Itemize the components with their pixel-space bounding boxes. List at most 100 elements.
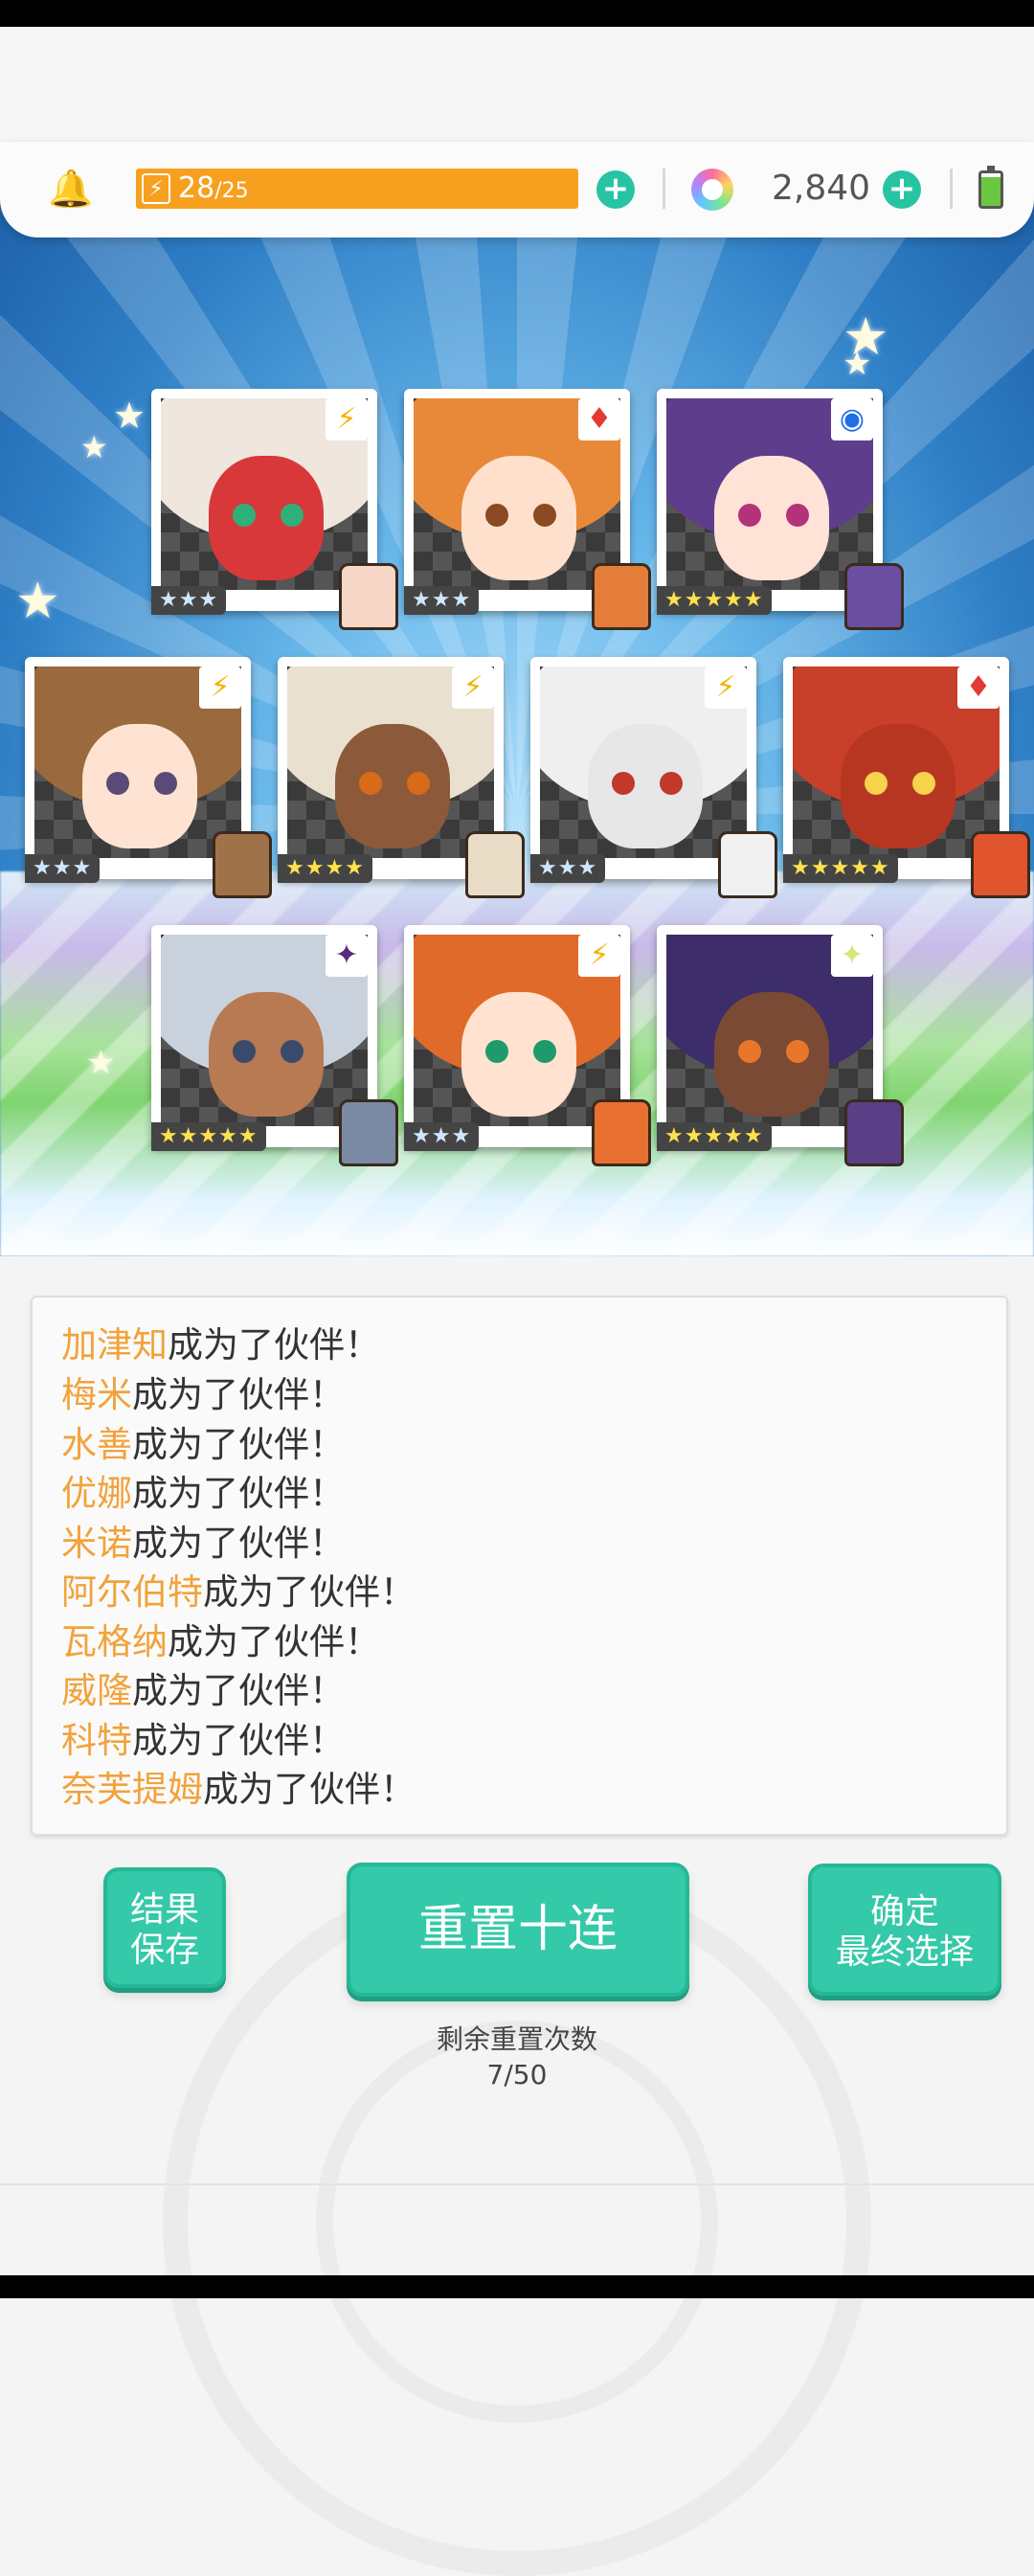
portrait-face [335, 724, 450, 848]
portrait-eye [233, 1040, 256, 1063]
character-card[interactable]: ⚡ ★★★★ [278, 657, 525, 898]
log-suffix: 成为了伙伴！ [132, 1473, 345, 1514]
sparkle-icon: ★ [86, 1044, 116, 1082]
character-card[interactable]: ♦ ★★★★★ [783, 657, 1030, 898]
save-label-line2: 保存 [129, 1931, 199, 1970]
portrait-eye [533, 504, 556, 527]
character-card[interactable]: ♦ ★★★ [404, 389, 651, 630]
energy-text: 28/25 [178, 172, 249, 208]
character-card[interactable]: ⚡ ★★★ [530, 657, 777, 898]
log-line: 奈芙提姆成为了伙伴！ [61, 1765, 416, 1815]
character-card[interactable]: ✦ ★★★★★ [151, 925, 398, 1166]
rarity-stars: ★★★ [151, 586, 227, 615]
portrait-eye [485, 1040, 508, 1063]
divider [663, 169, 665, 209]
result-log[interactable]: 加津知成为了伙伴！ 梅米成为了伙伴！ 水善成为了伙伴！ 优娜成为了伙伴！ 米诺成… [31, 1296, 1008, 1836]
log-line: 威隆成为了伙伴！ [61, 1666, 345, 1716]
remaining-resets-count: 7/50 [486, 2059, 548, 2090]
character-name: 加津知 [61, 1324, 168, 1366]
portrait-eye [154, 772, 177, 795]
portrait-face [209, 456, 324, 580]
top-spacer [0, 27, 1034, 142]
rarity-stars: ★★★★★ [151, 1122, 266, 1151]
portrait-face [461, 456, 576, 580]
sparkle-icon: ★ [15, 573, 60, 630]
portrait-eye [359, 772, 382, 795]
character-card[interactable]: ✦ ★★★★★ [657, 925, 904, 1166]
status-bar [0, 0, 1034, 27]
light-element-icon: ✦ [831, 935, 873, 977]
log-line: 水善成为了伙伴！ [61, 1420, 345, 1470]
character-card[interactable]: ⚡ ★★★ [404, 925, 651, 1166]
chibi-sprite [465, 831, 525, 898]
character-name: 水善 [61, 1424, 132, 1465]
fire-element-icon: ♦ [957, 667, 1000, 709]
portrait-eye [786, 1040, 809, 1063]
log-suffix: 成为了伙伴！ [203, 1769, 416, 1810]
character-card[interactable]: ◉ ★★★★★ [657, 389, 904, 630]
character-name: 优娜 [61, 1473, 132, 1514]
thunder-element-icon: ⚡ [326, 398, 368, 441]
portrait-eye [485, 504, 508, 527]
log-line: 梅米成为了伙伴！ [61, 1370, 345, 1420]
chibi-sprite [592, 563, 651, 630]
sparkle-icon: ★ [80, 429, 108, 465]
log-suffix: 成为了伙伴！ [132, 1720, 345, 1761]
chibi-sprite [718, 831, 777, 898]
chibi-sprite [339, 563, 398, 630]
confirm-final-button[interactable]: 确定 最终选择 [808, 1864, 1001, 1996]
thunder-element-icon: ⚡ [199, 667, 241, 709]
log-suffix: 成为了伙伴！ [168, 1621, 380, 1662]
energy-current: 28 [178, 171, 215, 205]
log-suffix: 成为了伙伴！ [132, 1670, 345, 1711]
chibi-sprite [844, 1099, 904, 1166]
water-element-icon: ◉ [831, 398, 873, 441]
rarity-stars: ★★★★★ [783, 854, 898, 883]
portrait-eye [233, 504, 256, 527]
navigation-bar [0, 2275, 1034, 2298]
rarity-stars: ★★★★★ [657, 1122, 772, 1151]
portrait-face [461, 992, 576, 1117]
save-label-line1: 结果 [129, 1890, 199, 1930]
portrait-eye [738, 1040, 761, 1063]
portrait-eye [281, 504, 303, 527]
save-result-button[interactable]: 结果 保存 [103, 1867, 226, 1988]
confirm-label-line1: 确定 [869, 1892, 939, 1932]
add-gems-button[interactable]: + [883, 170, 921, 209]
rarity-stars: ★★★★★ [657, 586, 772, 615]
character-card[interactable]: ⚡ ★★★ [25, 657, 272, 898]
portrait-face [841, 724, 955, 848]
rarity-stars: ★★★ [530, 854, 606, 883]
character-name: 威隆 [61, 1670, 132, 1711]
footer-divider [0, 2183, 1034, 2185]
portrait-face [209, 992, 324, 1117]
rarity-stars: ★★★★ [278, 854, 372, 883]
log-line: 米诺成为了伙伴！ [61, 1519, 345, 1569]
portrait-eye [407, 772, 430, 795]
portrait-face [82, 724, 197, 848]
portrait-eye [533, 1040, 556, 1063]
reset-ten-pull-button[interactable]: 重置十连 [347, 1863, 689, 1997]
portrait-face [714, 992, 829, 1117]
portrait-eye [738, 504, 761, 527]
thunder-element-icon: ⚡ [452, 667, 494, 709]
portrait-eye [865, 772, 888, 795]
rarity-stars: ★★★ [404, 586, 480, 615]
sparkle-icon: ★ [113, 395, 146, 437]
log-line: 优娜成为了伙伴！ [61, 1469, 345, 1519]
portrait-face [588, 724, 703, 848]
character-name: 科特 [61, 1720, 132, 1761]
add-energy-button[interactable]: + [596, 170, 635, 209]
log-suffix: 成为了伙伴！ [168, 1324, 380, 1366]
log-line: 科特成为了伙伴！ [61, 1716, 345, 1766]
portrait-eye [660, 772, 683, 795]
gem-icon [691, 169, 733, 211]
log-suffix: 成为了伙伴！ [132, 1523, 345, 1564]
divider [950, 169, 953, 209]
log-line: 阿尔伯特成为了伙伴！ [61, 1568, 416, 1617]
sparkle-icon: ★ [843, 345, 872, 383]
character-card[interactable]: ⚡ ★★★ [151, 389, 398, 630]
thunder-element-icon: ⚡ [705, 667, 747, 709]
log-suffix: 成为了伙伴！ [132, 1374, 345, 1415]
bell-icon[interactable]: 🔔 [48, 167, 93, 211]
